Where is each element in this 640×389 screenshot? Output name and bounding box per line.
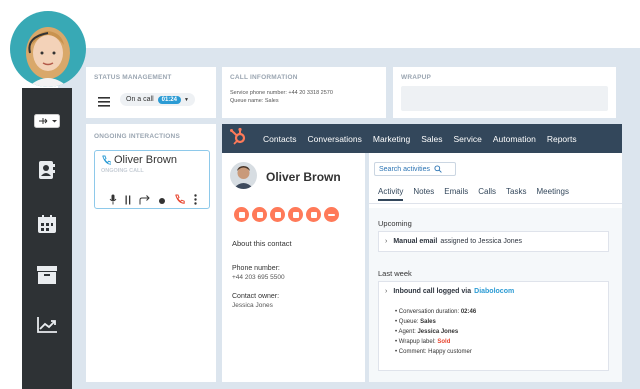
contacts-icon[interactable] [22,160,72,180]
crm-nav-bar: Contacts Conversations Marketing Sales S… [222,124,622,153]
contact-actions [234,207,342,222]
detail-queue: • Queue: Sales [395,319,436,325]
call-information-title: CALL INFORMATION [230,74,298,81]
search-icon [434,160,442,178]
contact-name: Oliver Brown [266,170,341,184]
contact-avatar [230,162,257,189]
nav-automation[interactable]: Automation [493,134,536,144]
contact-owner-label: Contact owner: [232,293,280,300]
status-management-panel: STATUS MANAGEMENT On a call 01:24 ▼ [86,67,216,118]
ongoing-interactions-title: ONGOING INTERACTIONS [94,133,180,140]
record-icon[interactable] [158,192,166,210]
detail-comment: • Comment: Happy customer [395,349,472,355]
upcoming-heading: Upcoming [378,219,412,228]
ongoing-interactions-panel: ONGOING INTERACTIONS Oliver Brown ONGOIN… [86,124,216,382]
status-label: On a call [126,96,154,103]
nav-contacts[interactable]: Contacts [263,134,297,144]
detail-agent: • Agent: Jessica Jones [395,329,459,335]
upcoming-activity-card[interactable]: › Manual email assigned to Jessica Jones [378,231,609,252]
detail-wrapup: • Wrapup label: Sold [395,339,451,345]
meeting-icon[interactable] [306,207,321,222]
search-activities-label: Search activities [379,165,430,173]
phone-icon [102,155,111,165]
more-actions-icon[interactable] [324,207,339,222]
calendar-icon[interactable] [22,214,72,234]
phone-number-label: Phone number: [232,265,280,272]
sidebar [22,88,72,389]
transfer-icon[interactable] [139,192,150,210]
call-log-card[interactable]: › Inbound call logged via Diabolocom • C… [378,281,609,371]
activity-tabs: Activity Notes Emails Calls Tasks Meetin… [378,187,579,201]
contact-panel: Oliver Brown About this contact Phone nu… [222,153,365,382]
search-activities-input[interactable]: Search activities [374,162,456,176]
status-management-title: STATUS MANAGEMENT [94,74,172,81]
more-options-icon[interactable] [194,192,197,210]
tab-meetings[interactable]: Meetings [537,187,569,201]
call-icon[interactable] [270,207,285,222]
activity-panel: Search activities Activity Notes Emails … [369,153,622,382]
upcoming-activity-type: Manual email [393,238,438,245]
call-log-title: Inbound call logged via [393,288,472,295]
call-log-details: • Conversation duration: 02:46 • Queue: … [395,307,476,357]
hangup-icon[interactable] [174,192,185,210]
hold-icon[interactable] [125,192,131,210]
contact-owner-value: Jessica Jones [232,302,273,309]
tab-calls[interactable]: Calls [478,187,496,201]
chevron-right-icon: › [385,288,388,295]
call-information-panel: CALL INFORMATION Service phone number: +… [222,67,386,118]
chevron-down-icon: ▼ [183,96,189,103]
menu-icon[interactable] [98,94,110,112]
nav-sales[interactable]: Sales [421,134,442,144]
microphone-icon[interactable] [109,192,117,210]
interaction-card[interactable]: Oliver Brown ONGOING CALL [94,150,210,209]
tab-activity[interactable]: Activity [378,187,404,201]
agent-avatar [10,11,86,87]
tab-tasks[interactable]: Tasks [506,187,526,201]
wrapup-title: WRAPUP [401,74,432,81]
note-icon[interactable] [234,207,249,222]
analytics-icon[interactable] [22,316,72,334]
caller-name: Oliver Brown [114,154,177,166]
nav-conversations[interactable]: Conversations [308,134,362,144]
hubspot-logo-icon[interactable] [229,127,247,150]
nav-marketing[interactable]: Marketing [373,134,410,144]
usb-dropdown-icon[interactable] [22,114,72,128]
phone-number-value: +44 203 695 5500 [232,274,285,281]
call-status: ONGOING CALL [101,168,144,174]
detail-duration: • Conversation duration: 02:46 [395,309,477,315]
status-selector[interactable]: On a call 01:24 ▼ [120,93,195,106]
archive-icon[interactable] [22,265,72,285]
tab-notes[interactable]: Notes [413,187,434,201]
about-contact-heading: About this contact [232,239,292,248]
task-icon[interactable] [288,207,303,222]
nav-service[interactable]: Service [453,134,481,144]
chevron-right-icon: › [385,238,388,245]
call-timer-badge: 01:24 [157,95,181,104]
tab-emails[interactable]: Emails [444,187,468,201]
last-week-heading: Last week [378,269,412,278]
diabolocom-link[interactable]: Diabolocom [474,288,514,295]
nav-reports[interactable]: Reports [547,134,577,144]
queue-name: Queue name: Sales [230,98,279,104]
wrapup-field[interactable] [401,86,608,111]
email-icon[interactable] [252,207,267,222]
wrapup-panel: WRAPUP [393,67,616,118]
upcoming-activity-detail: assigned to Jessica Jones [440,238,523,245]
